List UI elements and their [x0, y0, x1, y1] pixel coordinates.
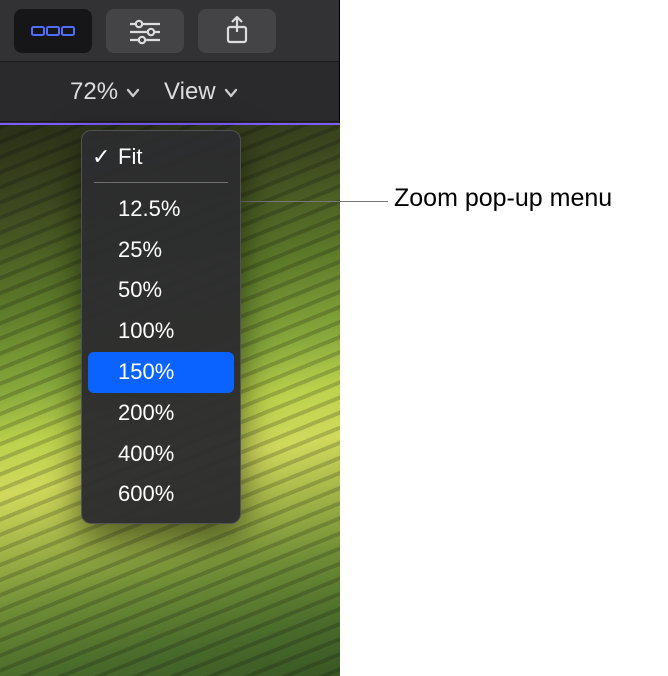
- sliders-icon: [128, 17, 162, 45]
- menu-item-label: 50%: [118, 277, 162, 302]
- menu-item-label: 25%: [118, 237, 162, 262]
- menu-item-label: 600%: [118, 481, 174, 506]
- zoom-popup-menu: Fit 12.5% 25% 50% 100% 150% 200% 400% 60…: [81, 130, 241, 524]
- menu-item-label: 12.5%: [118, 196, 180, 221]
- zoom-option-200[interactable]: 200%: [82, 393, 240, 434]
- zoom-option-50[interactable]: 50%: [82, 270, 240, 311]
- zoom-popup-button[interactable]: 72%: [70, 78, 140, 106]
- zoom-option-600[interactable]: 600%: [82, 474, 240, 515]
- zoom-option-12-5[interactable]: 12.5%: [82, 189, 240, 230]
- share-icon: [224, 15, 250, 47]
- zoom-option-fit[interactable]: Fit: [82, 137, 240, 178]
- app-window: 72% View Fit 12.5% 25% 50% 100%: [0, 0, 340, 676]
- chevron-down-icon: [224, 86, 238, 100]
- zoom-option-100[interactable]: 100%: [82, 311, 240, 352]
- menu-item-label: 200%: [118, 400, 174, 425]
- menu-item-label: Fit: [118, 144, 142, 169]
- adjustments-button[interactable]: [106, 9, 184, 53]
- zoom-option-150[interactable]: 150%: [88, 352, 234, 393]
- clips-inspector-button[interactable]: [14, 9, 92, 53]
- annotation-label: Zoom pop-up menu: [394, 184, 612, 213]
- chevron-down-icon: [126, 86, 140, 100]
- menu-item-label: 100%: [118, 318, 174, 343]
- filmstrip-icon: [31, 20, 75, 42]
- zoom-option-25[interactable]: 25%: [82, 230, 240, 271]
- zoom-option-400[interactable]: 400%: [82, 434, 240, 475]
- menu-separator: [94, 182, 228, 183]
- view-label: View: [164, 78, 216, 106]
- view-popup-button[interactable]: View: [164, 78, 238, 106]
- menu-item-label: 150%: [118, 359, 174, 384]
- zoom-value-label: 72%: [70, 78, 118, 106]
- titlebar: [0, 0, 339, 62]
- annotation-leader-line: [240, 201, 388, 202]
- share-button[interactable]: [198, 9, 276, 53]
- viewer-subtoolbar: 72% View: [0, 62, 339, 122]
- menu-item-label: 400%: [118, 441, 174, 466]
